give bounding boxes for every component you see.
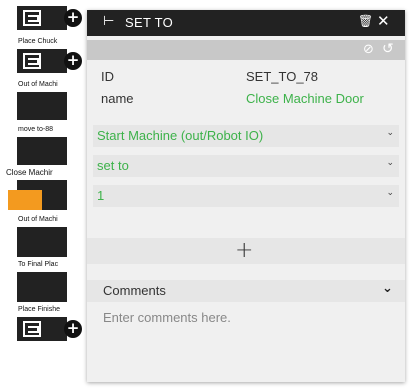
add-parameter-bar[interactable]: +	[87, 238, 405, 264]
disable-icon[interactable]: ⊘	[363, 42, 374, 57]
io-select-value: Start Machine (out/Robot IO)	[97, 128, 264, 143]
add-block-bottom-icon[interactable]: +	[64, 320, 82, 338]
chevron-down-icon: ⌄	[386, 188, 394, 198]
comments-section	[87, 302, 405, 382]
step-icon: ⊢	[103, 14, 115, 29]
block-label-1[interactable]: Place Chuck	[17, 34, 63, 49]
chevron-down-icon: ⌄	[382, 281, 393, 296]
block-label-4[interactable]: Close Machir	[5, 165, 63, 180]
value-select-value: 1	[97, 188, 105, 203]
selected-block-highlight	[8, 190, 42, 210]
block-2[interactable]	[17, 49, 67, 73]
block-6[interactable]	[17, 227, 67, 257]
comments-label: Comments	[103, 283, 166, 298]
app-root: + Place Chuck + Out of Machi move to-88 …	[0, 0, 410, 388]
block-label-7[interactable]: Place Finishe	[17, 302, 63, 317]
properties-panel: ⊢ SET TO 🗑 ✕ ⊘ ↺ ID SET_TO_78 name Close…	[87, 10, 405, 382]
block-4[interactable]	[17, 137, 67, 165]
comments-input[interactable]	[103, 310, 393, 370]
chevron-down-icon: ⌄	[386, 158, 394, 168]
trash-icon[interactable]: 🗑	[358, 14, 373, 28]
add-block-top-icon[interactable]: +	[64, 9, 82, 27]
start-block[interactable]	[17, 6, 67, 30]
block-label-5[interactable]: Out of Machi	[17, 212, 63, 227]
add-block-mid-icon[interactable]: +	[64, 52, 82, 70]
chevron-down-icon: ⌄	[386, 128, 394, 138]
prop-key-name: name	[101, 91, 134, 106]
block-7[interactable]	[17, 272, 67, 302]
panel-header: ⊢ SET TO 🗑 ✕	[87, 10, 405, 36]
block-3[interactable]	[17, 92, 67, 120]
value-select[interactable]: 1 ⌄	[93, 185, 399, 207]
prop-value-id: SET_TO_78	[246, 69, 319, 84]
comments-header[interactable]: Comments ⌄	[87, 280, 405, 302]
panel-title: SET TO	[125, 15, 174, 30]
io-select[interactable]: Start Machine (out/Robot IO) ⌄	[93, 125, 399, 147]
block-2-icon	[23, 53, 41, 69]
panel-toolbar: ⊘ ↺	[87, 40, 405, 60]
plus-icon: +	[235, 238, 254, 263]
block-label-2[interactable]: Out of Machi	[17, 77, 63, 92]
block-label-6[interactable]: To Final Plac	[17, 257, 63, 272]
start-block-icon	[23, 10, 41, 26]
prop-value-name[interactable]: Close Machine Door	[246, 91, 364, 106]
end-block[interactable]	[17, 317, 67, 341]
undo-icon[interactable]: ↺	[382, 41, 394, 57]
block-label-3[interactable]: move to-88	[17, 122, 63, 137]
close-icon[interactable]: ✕	[377, 12, 390, 30]
operation-select[interactable]: set to ⌄	[93, 155, 399, 177]
operation-select-value: set to	[97, 158, 129, 173]
prop-key-id: ID	[101, 69, 114, 84]
end-block-icon	[23, 321, 41, 337]
